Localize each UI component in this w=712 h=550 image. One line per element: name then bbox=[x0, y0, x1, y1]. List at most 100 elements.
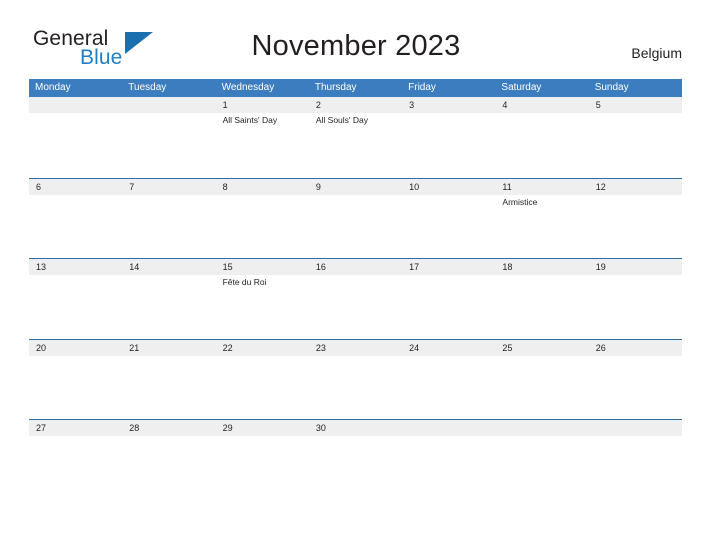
day-number-24[interactable]: 24 bbox=[402, 340, 495, 356]
day-cell-12[interactable] bbox=[589, 195, 682, 259]
day-cell-empty bbox=[402, 436, 495, 500]
day-cell-14[interactable] bbox=[122, 275, 215, 339]
weekday-header-saturday: Saturday bbox=[501, 82, 542, 93]
day-cell-19[interactable] bbox=[589, 275, 682, 339]
day-number-30[interactable]: 30 bbox=[309, 420, 402, 436]
day-cell-20[interactable] bbox=[29, 356, 122, 420]
calendar-page: General Blue November 2023 Belgium Monda… bbox=[0, 0, 712, 550]
day-number-18[interactable]: 18 bbox=[495, 259, 588, 275]
day-number-27[interactable]: 27 bbox=[29, 420, 122, 436]
day-cell-4[interactable] bbox=[495, 113, 588, 177]
day-number-15[interactable]: 15 bbox=[216, 259, 309, 275]
calendar-week-row: 6 7 8 9 10 11 12 Armistice bbox=[29, 177, 682, 259]
day-cell-29[interactable] bbox=[216, 436, 309, 500]
day-number-17[interactable]: 17 bbox=[402, 259, 495, 275]
day-cell-27[interactable] bbox=[29, 436, 122, 500]
day-number-empty bbox=[402, 420, 495, 436]
day-number-3[interactable]: 3 bbox=[402, 97, 495, 113]
week-date-strip: 20 21 22 23 24 25 26 bbox=[29, 339, 682, 356]
day-number-5[interactable]: 5 bbox=[589, 97, 682, 113]
day-cell-16[interactable] bbox=[309, 275, 402, 339]
day-cell-empty bbox=[589, 436, 682, 500]
page-title: November 2023 bbox=[251, 30, 461, 62]
day-number-12[interactable]: 12 bbox=[589, 179, 682, 195]
day-cell-18[interactable] bbox=[495, 275, 588, 339]
day-number-13[interactable]: 13 bbox=[29, 259, 122, 275]
day-cell-28[interactable] bbox=[122, 436, 215, 500]
day-number-empty bbox=[495, 420, 588, 436]
day-number-10[interactable]: 10 bbox=[402, 179, 495, 195]
day-cell-22[interactable] bbox=[216, 356, 309, 420]
day-number-29[interactable]: 29 bbox=[216, 420, 309, 436]
calendar-week-row: 1 2 3 4 5 All Saints' Day All Souls' Day bbox=[29, 97, 682, 178]
day-cell-5[interactable] bbox=[589, 113, 682, 177]
day-cell-26[interactable] bbox=[589, 356, 682, 420]
week-event-body: Armistice bbox=[29, 194, 682, 259]
day-number-7[interactable]: 7 bbox=[122, 179, 215, 195]
day-cell-1[interactable]: All Saints' Day bbox=[216, 113, 309, 177]
day-cell-2[interactable]: All Souls' Day bbox=[309, 113, 402, 177]
day-cell-24[interactable] bbox=[402, 356, 495, 420]
weekday-header-friday: Friday bbox=[408, 82, 436, 93]
day-number-22[interactable]: 22 bbox=[216, 340, 309, 356]
day-number-11[interactable]: 11 bbox=[495, 179, 588, 195]
weekday-header-tuesday: Tuesday bbox=[128, 82, 167, 93]
day-number-21[interactable]: 21 bbox=[122, 340, 215, 356]
day-number-14[interactable]: 14 bbox=[122, 259, 215, 275]
weekday-header-sunday: Sunday bbox=[594, 82, 629, 93]
day-cell-empty bbox=[29, 113, 122, 177]
day-cell-6[interactable] bbox=[29, 195, 122, 259]
day-number-23[interactable]: 23 bbox=[309, 340, 402, 356]
day-cell-21[interactable] bbox=[122, 356, 215, 420]
week-date-strip: 27 28 29 30 bbox=[29, 420, 682, 436]
day-number-4[interactable]: 4 bbox=[495, 97, 588, 113]
holiday-label: All Saints' Day bbox=[222, 115, 278, 125]
week-event-body: All Saints' Day All Souls' Day bbox=[29, 113, 682, 177]
day-number-8[interactable]: 8 bbox=[216, 179, 309, 195]
week-date-strip: 12345 bbox=[29, 97, 682, 113]
day-number-empty bbox=[29, 97, 122, 113]
day-cell-15[interactable]: Fête du Roi bbox=[216, 275, 309, 339]
weekday-header-wednesday: Wednesday bbox=[221, 82, 275, 93]
day-cell-empty bbox=[122, 113, 215, 177]
day-cell-8[interactable] bbox=[216, 195, 309, 259]
day-cell-13[interactable] bbox=[29, 275, 122, 339]
day-number-25[interactable]: 25 bbox=[495, 340, 588, 356]
day-cell-9[interactable] bbox=[309, 195, 402, 259]
day-cell-25[interactable] bbox=[495, 356, 588, 420]
holiday-label: All Souls' Day bbox=[315, 115, 369, 125]
calendar-grid: Monday Tuesday Wednesday Thursday Friday Satu… bbox=[29, 79, 682, 500]
day-number-20[interactable]: 20 bbox=[29, 340, 122, 356]
day-number-9[interactable]: 9 bbox=[309, 179, 402, 195]
weekday-header-row: Monday Tuesday Wednesday Thursday Friday Satu… bbox=[29, 79, 682, 97]
day-number-19[interactable]: 19 bbox=[589, 259, 682, 275]
week-event-body: Fête du Roi bbox=[29, 275, 682, 339]
day-number-2[interactable]: 2 bbox=[309, 97, 402, 113]
week-event-body bbox=[29, 355, 682, 420]
day-cell-23[interactable] bbox=[309, 356, 402, 420]
page-header: General Blue November 2023 Belgium bbox=[0, 0, 712, 76]
country-label: Belgium bbox=[631, 45, 682, 61]
holiday-label: Armistice bbox=[502, 196, 538, 207]
day-cell-7[interactable] bbox=[122, 195, 215, 259]
day-number-26[interactable]: 26 bbox=[589, 340, 682, 356]
day-cell-17[interactable] bbox=[402, 275, 495, 339]
day-number-1[interactable]: 1 bbox=[216, 97, 309, 113]
weekday-header-monday: Monday bbox=[35, 82, 71, 93]
day-cell-10[interactable] bbox=[402, 195, 495, 259]
weekday-header-thursday: Thursday bbox=[314, 82, 357, 93]
day-cell-empty bbox=[495, 436, 588, 500]
day-number-28[interactable]: 28 bbox=[122, 420, 215, 436]
day-number-16[interactable]: 16 bbox=[309, 259, 402, 275]
week-date-strip: 13 14 15 16 17 18 19 bbox=[29, 259, 682, 275]
calendar-week-row: 27 28 29 30 bbox=[29, 419, 682, 500]
day-number-empty bbox=[122, 97, 215, 113]
calendar-week-row: 13 14 15 16 17 18 19 Fête du Roi bbox=[29, 258, 682, 339]
calendar-weeks: 1 2 3 4 5 All Saints' Day All Souls' Day 6 7 8 9 10… bbox=[29, 97, 682, 500]
calendar-week-row: 20 21 22 23 24 25 26 bbox=[29, 338, 682, 420]
week-event-body bbox=[29, 436, 682, 500]
day-number-6[interactable]: 6 bbox=[29, 179, 122, 195]
day-cell-3[interactable] bbox=[402, 113, 495, 177]
day-cell-30[interactable] bbox=[309, 436, 402, 500]
day-cell-11[interactable]: Armistice bbox=[495, 195, 588, 259]
